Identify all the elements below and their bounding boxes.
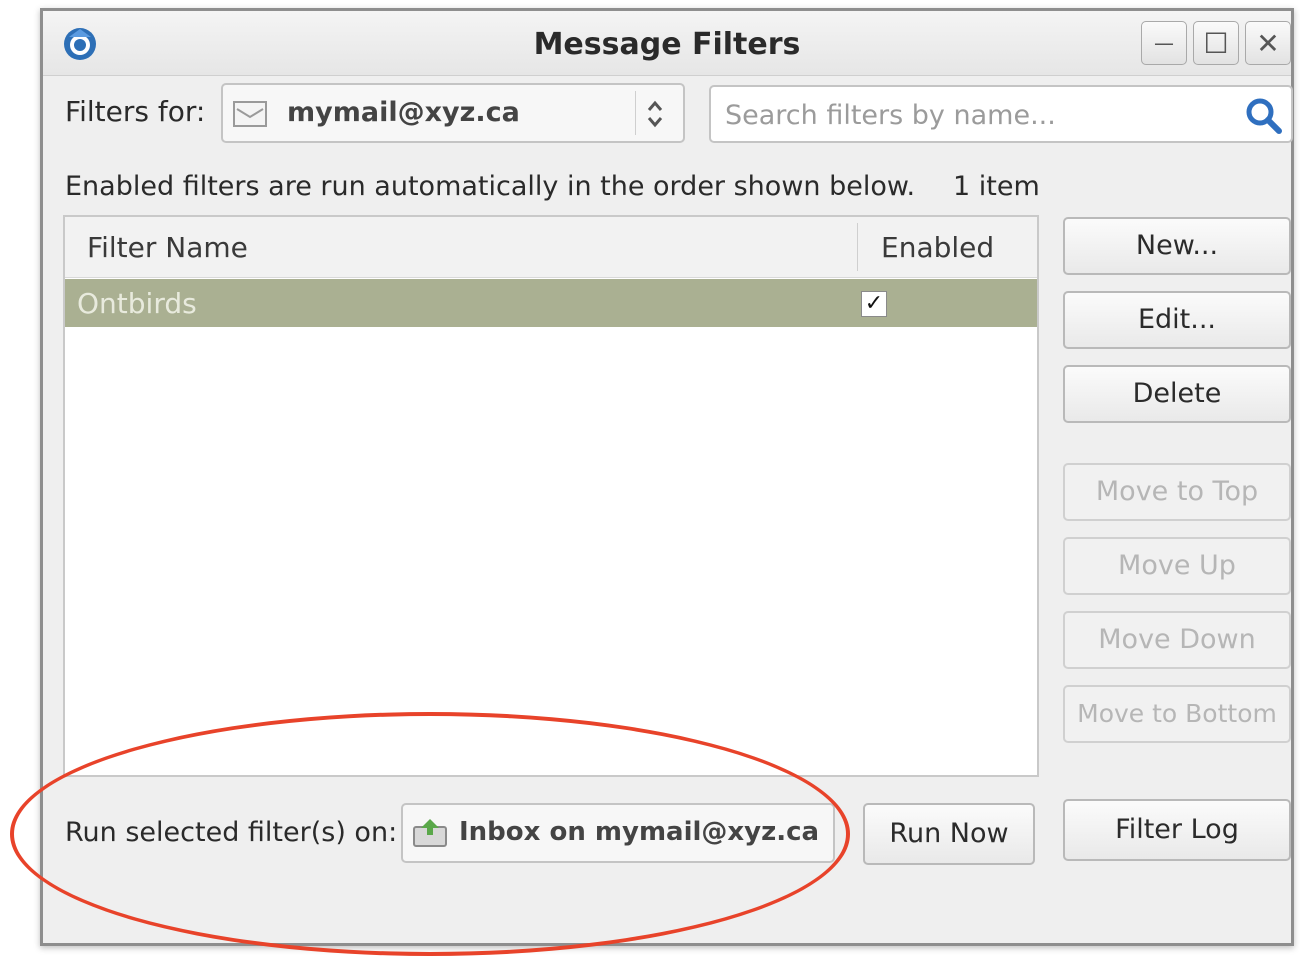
run-folder-value: Inbox on mymail@xyz.ca	[459, 817, 820, 847]
message-filters-dialog: Message Filters — ☐ ✕ Filters for: mymai…	[40, 8, 1294, 946]
new-filter-button[interactable]: New...	[1063, 217, 1291, 275]
title-bar[interactable]: Message Filters — ☐ ✕	[43, 11, 1291, 76]
delete-filter-button[interactable]: Delete	[1063, 365, 1291, 423]
account-selector[interactable]: mymail@xyz.ca	[221, 83, 685, 143]
run-now-button[interactable]: Run Now	[863, 803, 1035, 865]
search-box[interactable]	[709, 85, 1293, 143]
move-up-button[interactable]: Move Up	[1063, 537, 1291, 595]
filter-row[interactable]: Ontbirds ✓	[65, 279, 1037, 327]
updown-arrows-icon	[647, 100, 663, 128]
list-header: Filter Name Enabled	[65, 217, 1037, 278]
maximize-button[interactable]: ☐	[1193, 21, 1239, 65]
search-input[interactable]	[723, 93, 1227, 137]
close-button[interactable]: ✕	[1245, 21, 1291, 65]
column-separator[interactable]	[857, 223, 858, 271]
inbox-folder-icon	[413, 819, 447, 847]
filter-log-button[interactable]: Filter Log	[1063, 799, 1291, 861]
filter-list[interactable]: Filter Name Enabled Ontbirds ✓	[63, 215, 1039, 777]
move-down-button[interactable]: Move Down	[1063, 611, 1291, 669]
account-icon	[233, 101, 267, 127]
close-icon: ✕	[1256, 26, 1280, 60]
column-filter-name[interactable]: Filter Name	[87, 231, 248, 264]
filters-for-label: Filters for:	[65, 95, 206, 128]
move-to-top-button[interactable]: Move to Top	[1063, 463, 1291, 521]
edit-filter-button[interactable]: Edit...	[1063, 291, 1291, 349]
filter-row-name: Ontbirds	[77, 287, 197, 320]
minimize-icon: —	[1154, 31, 1174, 55]
run-filters-label: Run selected filter(s) on:	[65, 817, 398, 848]
window-title: Message Filters	[533, 27, 801, 62]
checkmark-icon: ✓	[864, 291, 884, 316]
filter-count: 1 item	[953, 171, 1040, 202]
search-icon[interactable]	[1245, 97, 1283, 135]
minimize-button[interactable]: —	[1141, 21, 1187, 65]
move-to-bottom-button[interactable]: Move to Bottom	[1063, 685, 1291, 743]
filter-enabled-checkbox[interactable]: ✓	[861, 291, 887, 317]
run-folder-selector[interactable]: Inbox on mymail@xyz.ca	[401, 803, 835, 863]
account-selector-value: mymail@xyz.ca	[287, 97, 520, 128]
selector-divider	[635, 91, 636, 135]
maximize-icon: ☐	[1203, 26, 1229, 60]
filters-description: Enabled filters are run automatically in…	[65, 171, 916, 202]
column-enabled[interactable]: Enabled	[881, 231, 994, 264]
